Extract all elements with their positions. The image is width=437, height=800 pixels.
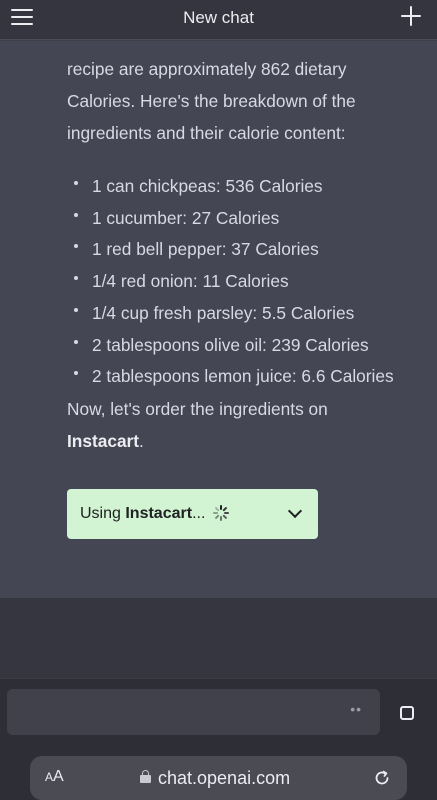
list-item: 1/4 cup fresh parsley: 5.5 Calories <box>71 298 422 330</box>
plugin-status-text: Using Instacart... <box>80 505 229 523</box>
reload-icon[interactable] <box>373 769 391 787</box>
list-item: 2 tablespoons lemon juice: 6.6 Calories <box>71 361 422 393</box>
aa-large: A <box>53 768 64 785</box>
plugin-prefix: Using <box>80 505 126 522</box>
ingredient-list: 1 can chickpeas: 536 Calories 1 cucumber… <box>71 171 422 393</box>
assistant-message: recipe are approximately 862 dietary Cal… <box>67 53 422 457</box>
text-size-button[interactable]: AA <box>45 768 64 786</box>
message-intro-line: recipe are approximately 862 dietary <box>67 59 347 79</box>
message-input[interactable]: •• <box>7 689 380 735</box>
chat-area: recipe are approximately 862 dietary Cal… <box>0 41 437 598</box>
input-dots: •• <box>350 701 362 717</box>
period: . <box>139 430 144 451</box>
plugin-status-dropdown[interactable]: Using Instacart... <box>67 489 318 539</box>
top-bar: New chat <box>0 0 437 40</box>
instacart-brand-text: Instacart <box>67 430 140 451</box>
order-text-brand-line: Instacart. <box>67 425 422 457</box>
list-item: 1 red bell pepper: 37 Calories <box>71 234 422 266</box>
chat-footer-spacer <box>0 598 437 678</box>
order-text: Now, let's order the ingredients on <box>67 398 328 419</box>
stop-generating-icon[interactable] <box>400 706 414 720</box>
list-item: 1 can chickpeas: 536 Calories <box>71 171 422 203</box>
message-intro-line: ingredients and their calorie content: <box>67 123 346 143</box>
browser-address-bar[interactable]: AA chat.openai.com <box>30 756 407 800</box>
plugin-name: Instacart <box>125 505 193 522</box>
list-item: 1 cucumber: 27 Calories <box>71 203 422 235</box>
page-title: New chat <box>183 8 254 27</box>
message-intro-line: Calories. Here's the breakdown of the <box>67 91 356 111</box>
chevron-down-icon <box>287 503 303 519</box>
url-domain: chat.openai.com <box>158 768 291 788</box>
loading-spinner-icon <box>212 505 229 521</box>
lock-icon <box>140 770 152 784</box>
list-item: 1/4 red onion: 11 Calories <box>71 266 422 298</box>
list-item: 2 tablespoons olive oil: 239 Calories <box>71 330 422 362</box>
bottom-input-area: •• AA chat.openai.com <box>0 678 437 800</box>
plugin-suffix: ... <box>192 505 206 522</box>
aa-small: A <box>45 770 54 784</box>
new-chat-plus-icon[interactable] <box>399 4 423 28</box>
